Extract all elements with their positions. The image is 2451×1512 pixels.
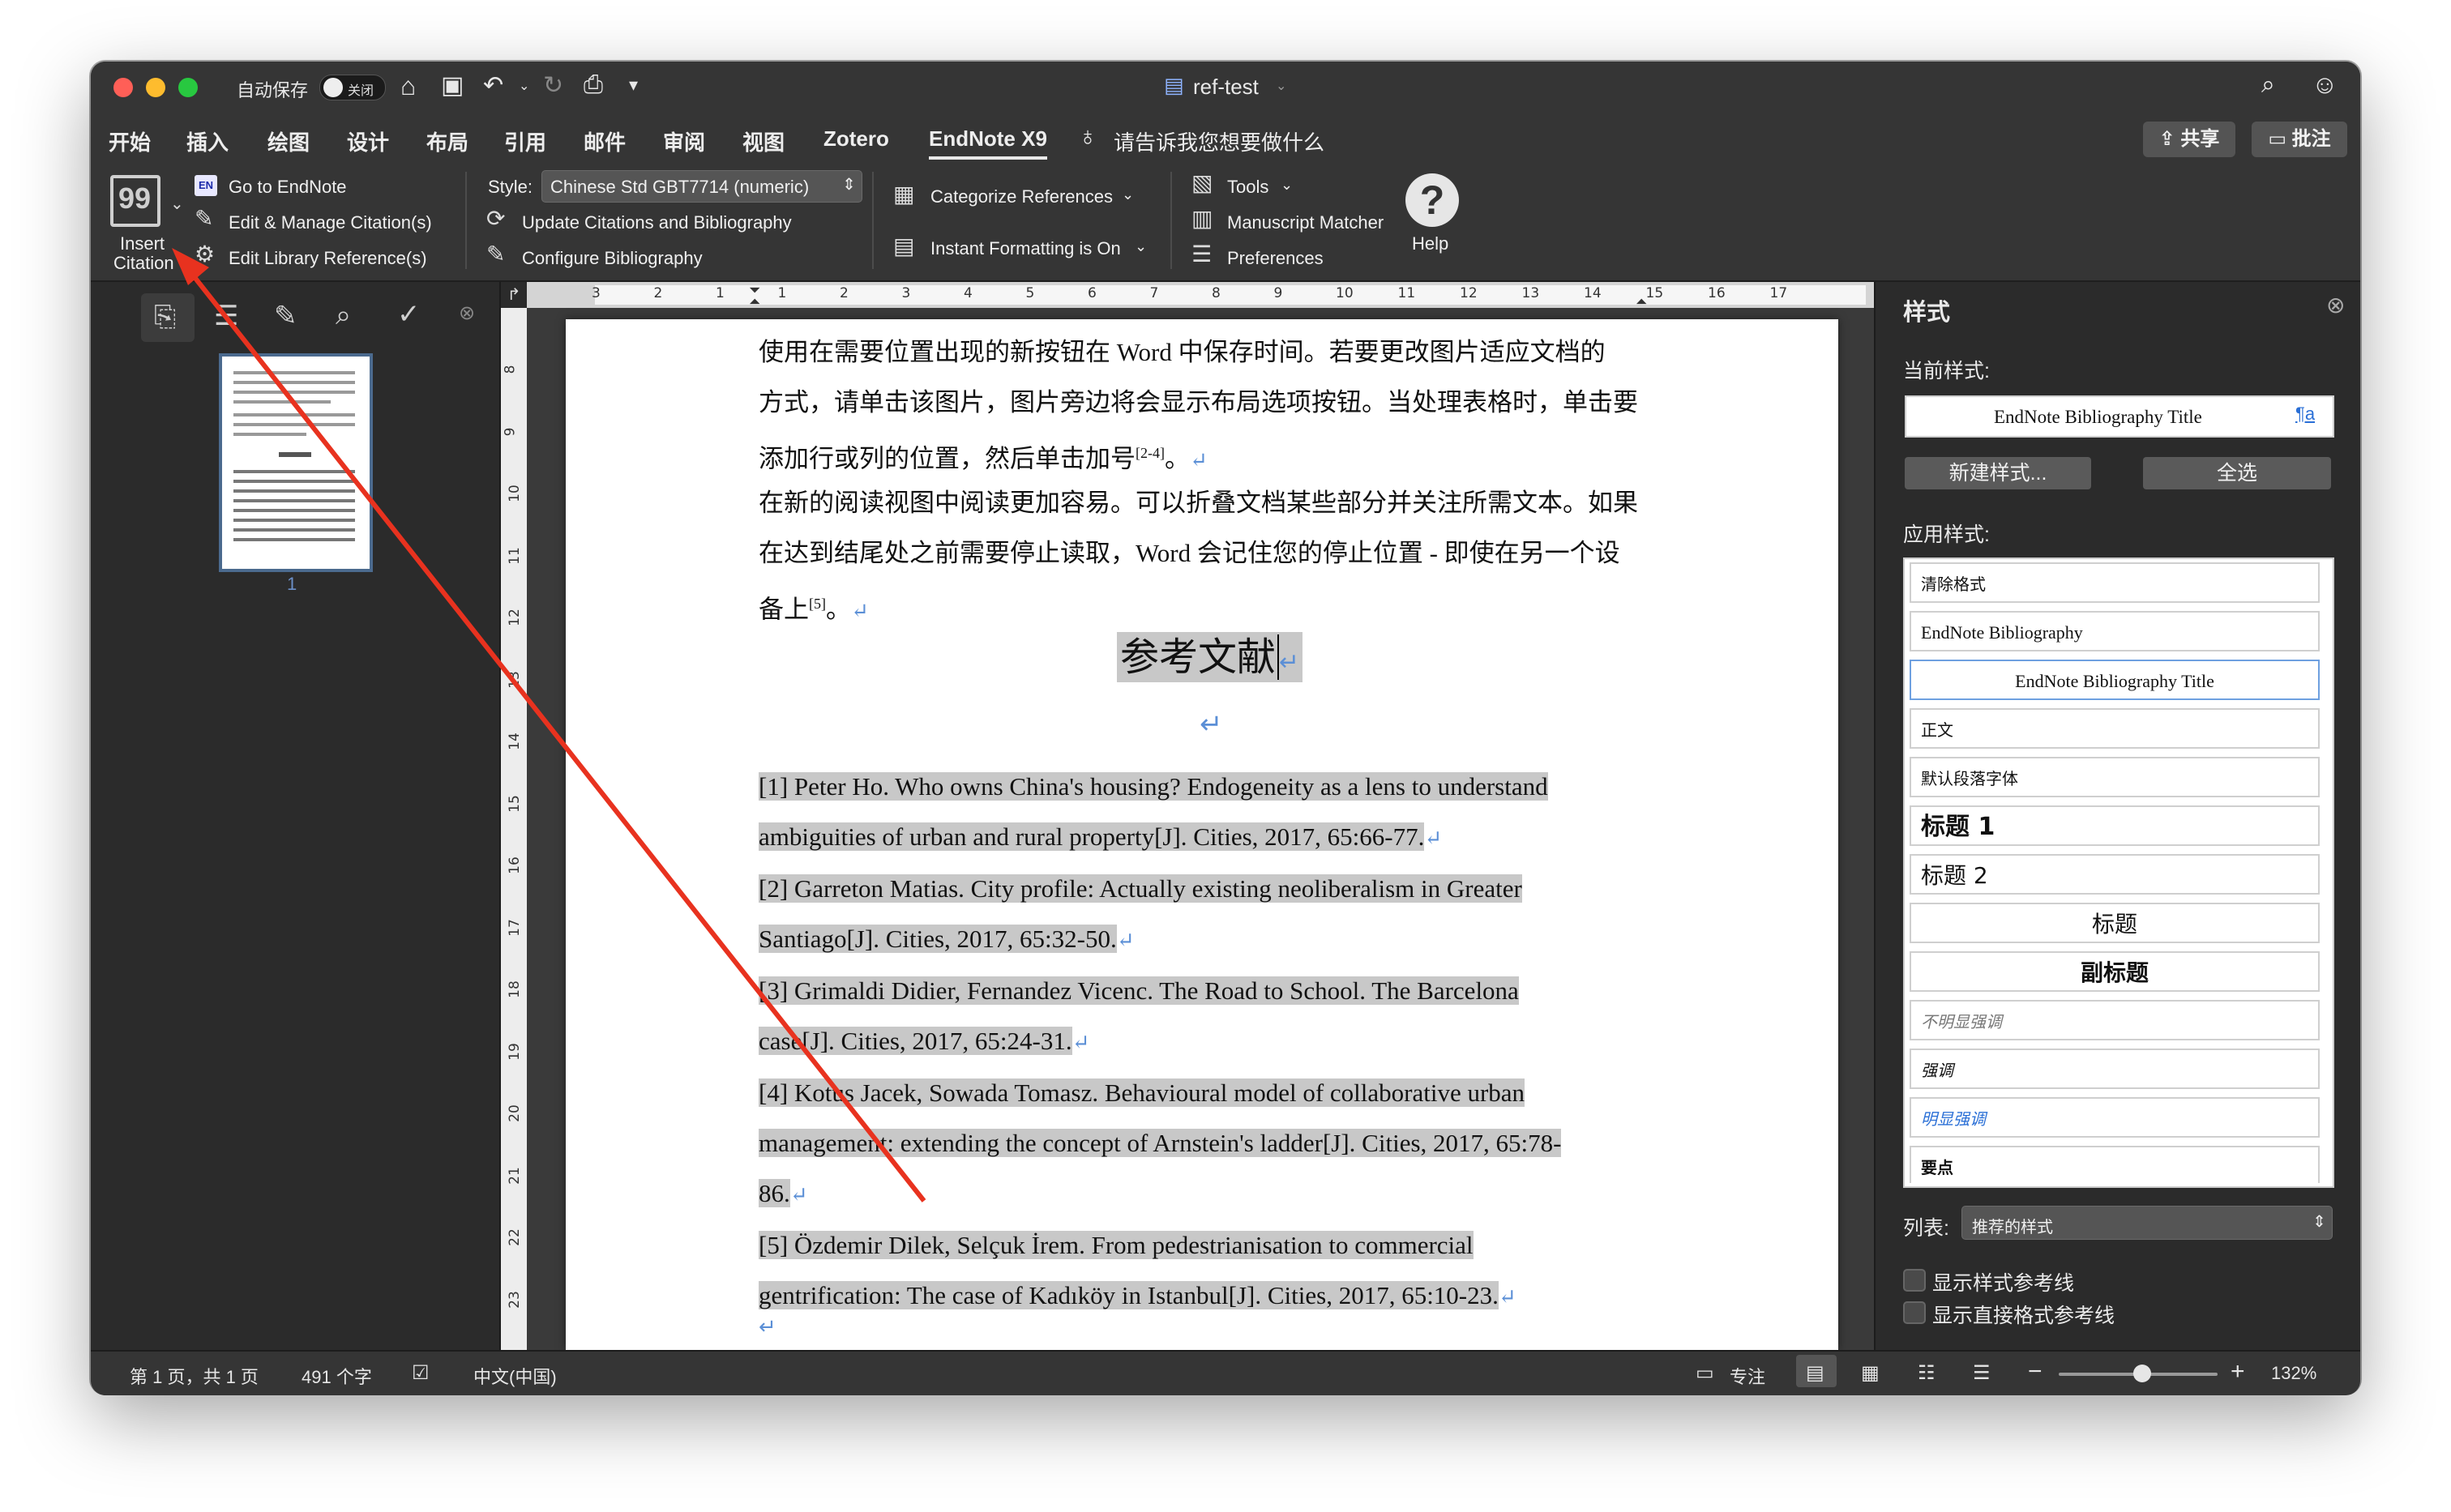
annotation-arrow	[172, 248, 926, 1202]
arrow-head	[172, 248, 209, 285]
arrow-shaft	[186, 267, 926, 1202]
